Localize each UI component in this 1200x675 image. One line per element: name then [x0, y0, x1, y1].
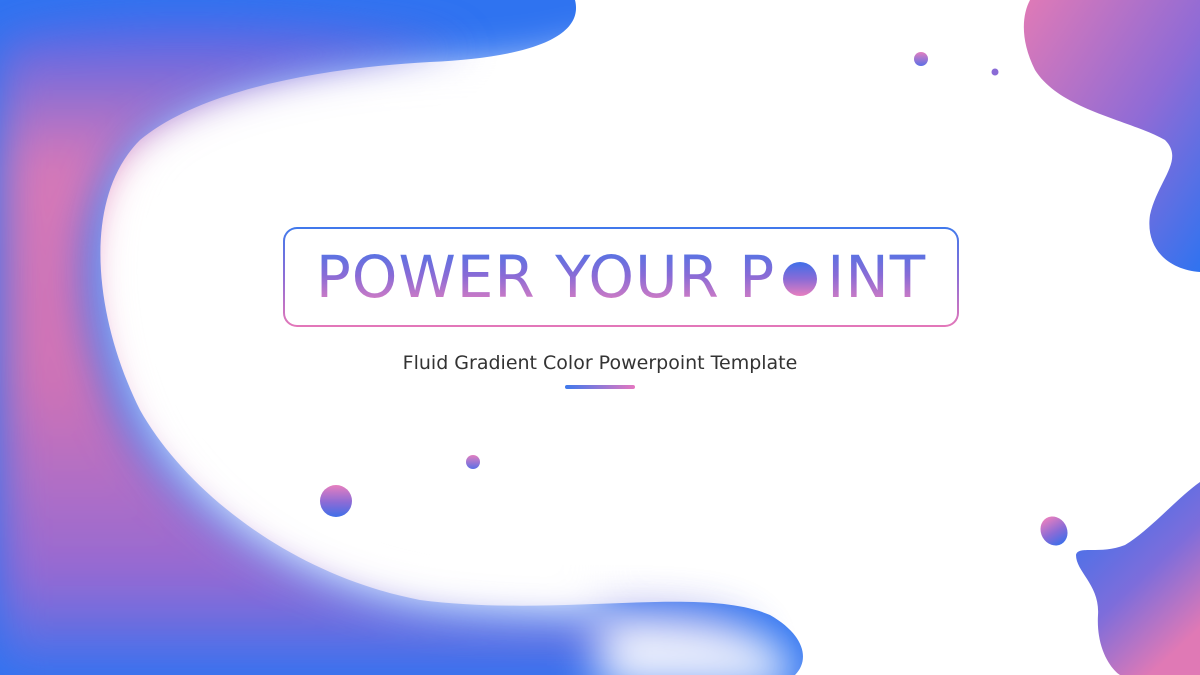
slide-title-part-2: INT — [827, 243, 927, 311]
subtitle-underline — [565, 385, 635, 389]
left-fluid-shape — [0, 0, 803, 675]
floating-dot-2 — [991, 68, 999, 76]
slide-subtitle: Fluid Gradient Color Powerpoint Template — [402, 352, 798, 374]
bottom-right-fluid-shape — [1076, 482, 1200, 675]
background-decor — [0, 0, 1200, 675]
title-o-dot-icon — [783, 262, 818, 296]
slide-title: POWER YOUR P INT — [316, 248, 926, 306]
title-frame-inner: POWER YOUR P INT — [285, 229, 957, 325]
top-right-fluid-shape — [1023, 0, 1200, 272]
title-frame: POWER YOUR P INT — [283, 227, 959, 327]
floating-dot-5 — [1040, 516, 1068, 546]
slide-title-part-1: POWER YOUR P — [315, 243, 776, 311]
floating-dot-3 — [466, 455, 480, 469]
floating-dot-1 — [914, 52, 928, 66]
floating-dot-4 — [320, 485, 352, 517]
slide: POWER YOUR P INT Fluid Gradient Color Po… — [0, 0, 1200, 675]
